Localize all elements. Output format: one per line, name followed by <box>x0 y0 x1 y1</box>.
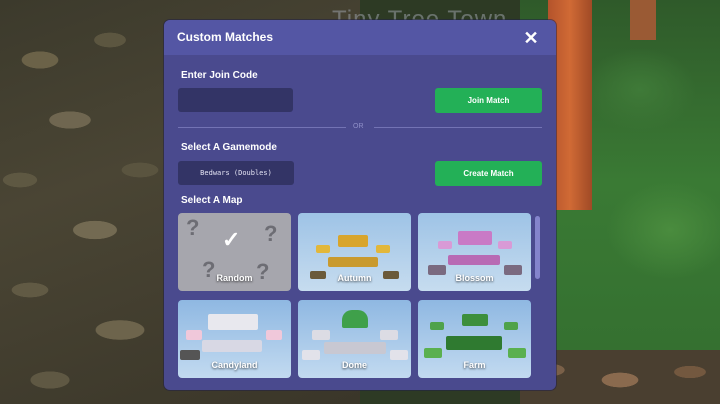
map-card-random[interactable]: ? ? ? ? ✓ Random <box>178 213 291 291</box>
or-separator: OR <box>353 123 364 130</box>
custom-matches-panel: Custom Matches ✕ Enter Join Code Join Ma… <box>164 20 556 390</box>
join-code-input[interactable] <box>178 88 293 112</box>
panel-header: Custom Matches ✕ <box>164 20 556 55</box>
question-mark-icon: ? <box>186 215 200 240</box>
divider-left <box>178 127 346 128</box>
map-grid: ? ? ? ? ✓ Random Autumn Blossom Candylan… <box>178 213 542 390</box>
map-name: Dome <box>341 360 367 370</box>
close-button[interactable]: ✕ <box>520 27 542 49</box>
map-card-autumn[interactable]: Autumn <box>298 213 411 291</box>
map-card-dome[interactable]: Dome <box>298 300 411 378</box>
question-mark-icon: ? <box>264 221 278 246</box>
map-name: Autumn <box>337 273 372 283</box>
panel-title: Custom Matches <box>177 30 274 44</box>
map-name: Farm <box>463 360 486 370</box>
map-label: Select A Map <box>181 195 243 206</box>
map-card-farm[interactable]: Farm <box>418 300 531 378</box>
map-name: Blossom <box>455 273 494 283</box>
create-match-button[interactable]: Create Match <box>435 161 542 186</box>
map-card-candyland[interactable]: Candyland <box>178 300 291 378</box>
join-code-label: Enter Join Code <box>181 70 258 81</box>
close-icon: ✕ <box>523 28 539 48</box>
map-name: Random <box>216 273 253 283</box>
wooden-post <box>630 0 656 40</box>
join-match-button[interactable]: Join Match <box>435 88 542 113</box>
divider-right <box>374 127 542 128</box>
selected-check-icon: ✓ <box>222 227 241 252</box>
map-list-scrollbar[interactable] <box>535 216 540 279</box>
gamemode-select[interactable]: Bedwars (Doubles) <box>178 161 294 185</box>
map-card-blossom[interactable]: Blossom <box>418 213 531 291</box>
gamemode-label: Select A Gamemode <box>181 142 277 153</box>
map-name: Candyland <box>211 360 258 370</box>
